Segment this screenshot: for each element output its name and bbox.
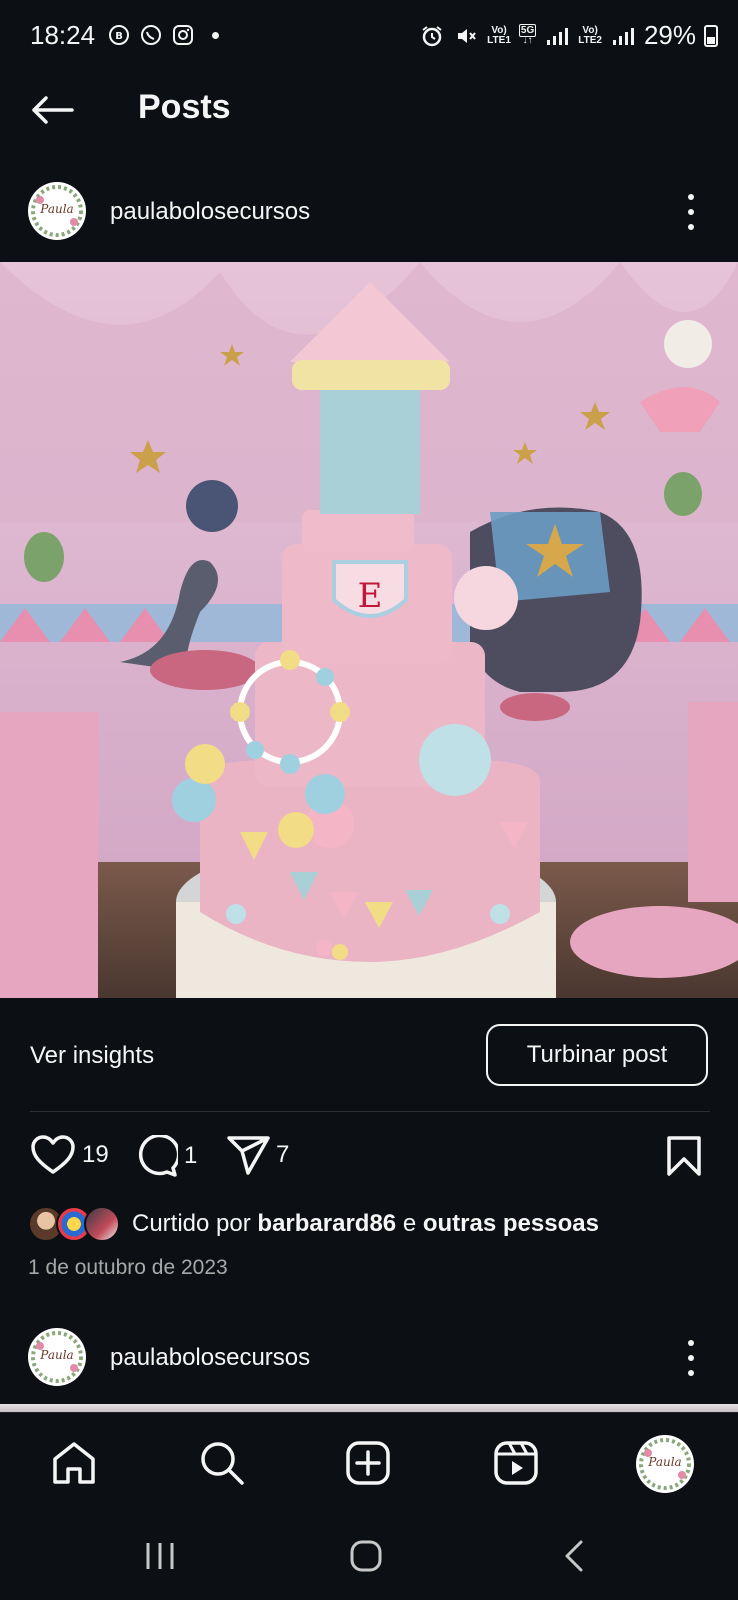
back-arrow-icon: [32, 96, 74, 124]
nav-search[interactable]: [194, 1435, 250, 1491]
dot-icon: [688, 1370, 694, 1376]
svg-text:Paula: Paula: [647, 1455, 681, 1469]
boost-post-button[interactable]: Turbinar post: [486, 1024, 708, 1086]
svg-text:B: B: [115, 31, 123, 42]
post-options-button[interactable]: [684, 194, 698, 230]
more-notifications-dot: [212, 31, 219, 39]
battery-percentage: 29%: [643, 20, 696, 50]
bottom-navigation: Paula: [0, 1412, 738, 1512]
signal-icon-2: [610, 23, 636, 49]
whatsapp-business-icon: B: [106, 22, 132, 48]
view-insights-link[interactable]: Ver insights: [30, 1042, 154, 1070]
comment-icon: [138, 1135, 178, 1177]
svg-text:Paula: Paula: [39, 1348, 73, 1362]
network-5g-indicator: 5G ↓↑: [518, 23, 537, 46]
recents-icon: [146, 1543, 174, 1569]
liked-by-text: Curtido por barbarard86 e outras pessoas: [132, 1210, 599, 1237]
shares-count: 7: [276, 1141, 290, 1168]
post-options-button[interactable]: [684, 1340, 698, 1376]
liked-by-row[interactable]: Curtido por barbarard86 e outras pessoas: [28, 1204, 599, 1244]
dot-icon: [688, 1355, 694, 1361]
heart-icon: [31, 1135, 75, 1174]
alarm-icon: [419, 23, 445, 49]
author-avatar[interactable]: Paula: [28, 1328, 86, 1386]
divider: [30, 1111, 710, 1112]
post-actions: 19 1 7: [0, 1135, 738, 1185]
liked-by-user[interactable]: barbarard86: [257, 1210, 396, 1237]
whatsapp-icon: [138, 22, 164, 48]
send-icon: [227, 1136, 270, 1175]
post-header: Paula paulabolosecursos: [0, 172, 738, 252]
home-icon: [53, 1442, 95, 1484]
dot-icon: [688, 194, 694, 200]
comment-button[interactable]: 1: [134, 1135, 197, 1177]
home-circle-icon: [350, 1540, 382, 1572]
top-bar: Posts: [0, 70, 738, 150]
battery-icon: [704, 24, 718, 47]
dot-icon: [688, 1340, 694, 1346]
status-time: 18:24: [30, 20, 96, 50]
back-system-button[interactable]: [544, 1534, 604, 1578]
comments-count: 1: [184, 1142, 198, 1169]
dot-icon: [688, 209, 694, 215]
nav-home[interactable]: [46, 1435, 102, 1491]
other-likers-link[interactable]: outras pessoas: [423, 1210, 599, 1237]
insights-row: Ver insights Turbinar post: [0, 1024, 738, 1088]
home-system-button[interactable]: [336, 1534, 396, 1578]
back-button[interactable]: [28, 88, 76, 132]
volte-lte1-indicator: Vo) LTE1: [487, 24, 511, 46]
likes-count: 19: [82, 1141, 109, 1168]
liker-avatars: [28, 1206, 120, 1242]
svg-text:Paula: Paula: [39, 202, 73, 216]
system-navigation-bar: [0, 1512, 738, 1600]
mute-icon: [453, 23, 479, 49]
page-title: Posts: [138, 88, 231, 126]
create-icon: [346, 1441, 390, 1485]
save-button[interactable]: [666, 1135, 702, 1177]
svg-text:E: E: [358, 576, 383, 616]
system-status: Vo) LTE1 5G ↓↑ Vo) LTE2 29%: [419, 20, 718, 51]
author-username[interactable]: paulabolosecursos: [110, 198, 310, 226]
reels-icon: [494, 1441, 538, 1485]
share-button[interactable]: 7: [226, 1135, 289, 1175]
recent-apps-button[interactable]: [130, 1534, 190, 1578]
nav-profile-avatar[interactable]: Paula: [636, 1435, 694, 1493]
chevron-left-icon: [565, 1540, 583, 1572]
signal-icon-1: [544, 23, 570, 49]
bookmark-icon: [667, 1136, 701, 1176]
nav-create[interactable]: [340, 1435, 396, 1491]
search-icon: [201, 1442, 244, 1485]
status-bar: 18:24 B Vo) LTE1 5G ↓↑ Vo) LTE2 29%: [0, 0, 738, 70]
cake-photo: E: [0, 262, 738, 998]
like-button[interactable]: 19: [30, 1135, 109, 1175]
liker-avatar: [84, 1206, 120, 1242]
post-image[interactable]: E: [0, 262, 738, 998]
author-avatar[interactable]: Paula: [28, 182, 86, 240]
post-date: 1 de outubro de 2023: [28, 1256, 228, 1279]
volte-lte2-indicator: Vo) LTE2: [578, 24, 602, 46]
nav-reels[interactable]: [488, 1435, 544, 1491]
author-username[interactable]: paulabolosecursos: [110, 1344, 310, 1372]
instagram-icon: [170, 22, 196, 48]
notification-icons: B: [106, 22, 219, 48]
next-post-header: Paula paulabolosecursos: [0, 1318, 738, 1398]
dot-icon: [688, 224, 694, 230]
